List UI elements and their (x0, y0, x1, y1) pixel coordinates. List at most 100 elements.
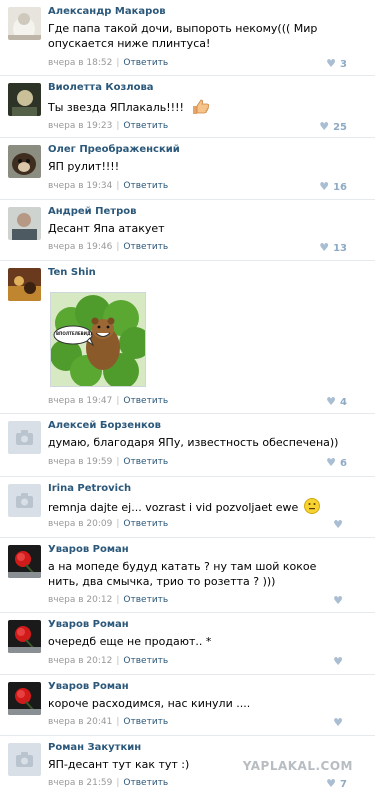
comment: Уваров Роман короче расходимся, нас кину… (0, 675, 375, 736)
like-count: 7 (340, 779, 347, 790)
comment-time[interactable]: вчера в 19:23 (48, 121, 112, 131)
comment-meta: вчера в 19:46 | Ответить (48, 242, 168, 252)
comment: Уваров Роман а на мопеде будуд катать ? … (0, 538, 375, 613)
reply-link[interactable]: Ответить (123, 181, 168, 191)
comment-meta: вчера в 21:59 | Ответить (48, 778, 168, 788)
like-count: 16 (333, 182, 347, 193)
avatar[interactable] (8, 682, 41, 715)
heart-icon: ♥ (333, 716, 343, 729)
comment-meta: вчера в 20:12 | Ответить (48, 595, 168, 605)
comment: Уваров Роман очередб еще не продают.. * … (0, 613, 375, 675)
avatar[interactable] (8, 207, 41, 240)
comment: Олег Преображенский ЯП рулит!!!! вчера в… (0, 138, 375, 200)
avatar[interactable] (8, 268, 41, 301)
like-button[interactable]: ♥ 6 (326, 456, 347, 469)
comment-author[interactable]: Алексей Борзенков (48, 420, 161, 431)
heart-icon: ♥ (319, 241, 330, 254)
like-button[interactable]: ♥ (333, 655, 347, 668)
separator: | (116, 181, 120, 191)
avatar[interactable] (8, 83, 41, 116)
separator: | (116, 242, 120, 252)
heart-icon: ♥ (333, 594, 343, 607)
comment-meta: вчера в 20:12 | Ответить (48, 656, 168, 666)
comment-author[interactable]: Андрей Петров (48, 206, 136, 217)
reply-link[interactable]: Ответить (123, 457, 168, 467)
comment-author[interactable]: Олег Преображенский (48, 144, 180, 155)
reply-link[interactable]: Ответить (123, 396, 168, 406)
like-button[interactable]: ♥ 13 (319, 241, 347, 254)
avatar[interactable] (8, 421, 41, 454)
thumbs-up-icon (191, 98, 210, 119)
comment-author[interactable]: Виолетта Козлова (48, 82, 154, 93)
like-button[interactable]: ♥ 3 (326, 57, 347, 70)
heart-icon: ♥ (326, 395, 337, 408)
comment-time[interactable]: вчера в 19:46 (48, 242, 112, 252)
reply-link[interactable]: Ответить (123, 58, 168, 68)
like-button[interactable]: ♥ 7 (326, 777, 347, 790)
like-count: 25 (333, 122, 347, 133)
heart-icon: ♥ (319, 180, 330, 193)
comment: Андрей Петров Десант Япа атакует вчера в… (0, 200, 375, 261)
comment-text: remnja dajte ej... vozrast i vid pozvolj… (48, 498, 348, 515)
separator: | (116, 717, 120, 727)
comment-author[interactable]: Уваров Роман (48, 619, 129, 630)
comment: Алексей Борзенков думаю, благодаря ЯПу, … (0, 414, 375, 477)
reply-link[interactable]: Ответить (123, 242, 168, 252)
reply-link[interactable]: Ответить (123, 121, 168, 131)
reply-link[interactable]: Ответить (123, 519, 168, 529)
comment-time[interactable]: вчера в 20:12 (48, 656, 112, 666)
separator: | (116, 457, 120, 467)
reply-link[interactable]: Ответить (123, 717, 168, 727)
attached-image[interactable]: ВПОЛТЕЛЕВИДЕЕ (50, 292, 151, 389)
like-button[interactable]: ♥ 4 (326, 395, 347, 408)
avatar[interactable] (8, 545, 41, 578)
separator: | (116, 656, 120, 666)
comment-meta: вчера в 19:34 | Ответить (48, 181, 168, 191)
comment-author[interactable]: Уваров Роман (48, 681, 129, 692)
like-button[interactable]: ♥ (333, 716, 347, 729)
comment-time[interactable]: вчера в 19:34 (48, 181, 112, 191)
like-button[interactable]: ♥ (333, 518, 347, 531)
avatar[interactable] (8, 7, 41, 40)
avatar[interactable] (8, 484, 41, 517)
comment-meta: вчера в 20:41 | Ответить (48, 717, 168, 727)
comment-text-content: Ты звезда ЯПлакаль!!!! (48, 101, 184, 114)
like-button[interactable]: ♥ 25 (319, 120, 347, 133)
heart-icon: ♥ (319, 120, 330, 133)
comment-time[interactable]: вчера в 20:41 (48, 717, 112, 727)
comment-meta: вчера в 18:52 | Ответить (48, 58, 168, 68)
separator: | (116, 121, 120, 131)
like-button[interactable]: ♥ 16 (319, 180, 347, 193)
comment-time[interactable]: вчера в 19:47 (48, 396, 112, 406)
comment-author[interactable]: Роман Закуткин (48, 742, 141, 753)
comment: Виолетта Козлова Ты звезда ЯПлакаль!!!! … (0, 76, 375, 138)
heart-icon: ♥ (333, 518, 343, 531)
heart-icon: ♥ (326, 777, 337, 790)
comment-author[interactable]: Александр Макаров (48, 6, 166, 17)
heart-icon: ♥ (326, 456, 337, 469)
comment-author[interactable]: Irina Petrovich (48, 483, 131, 494)
comment-time[interactable]: вчера в 18:52 (48, 58, 112, 68)
comment: Irina Petrovich remnja dajte ej... vozra… (0, 477, 375, 538)
watermark: YAPLAKAL.COM (242, 759, 353, 773)
comment-text: а на мопеде будуд катать ? ну там шой ко… (48, 560, 317, 588)
comment-text: Ты звезда ЯПлакаль!!!! (48, 98, 348, 119)
reply-link[interactable]: Ответить (123, 595, 168, 605)
comment-time[interactable]: вчера в 20:12 (48, 595, 112, 605)
comment-author[interactable]: Уваров Роман (48, 544, 129, 555)
comment-time[interactable]: вчера в 21:59 (48, 778, 112, 788)
avatar[interactable] (8, 145, 41, 178)
comment-meta: вчера в 19:23 | Ответить (48, 121, 168, 131)
reply-link[interactable]: Ответить (123, 778, 168, 788)
speech-bubble-text: ВПОЛТЕЛЕВИДЕЕ (56, 331, 92, 336)
comment-time[interactable]: вчера в 19:59 (48, 457, 112, 467)
avatar[interactable] (8, 620, 41, 653)
reply-link[interactable]: Ответить (123, 656, 168, 666)
comment-author[interactable]: Ten Shin (48, 267, 96, 278)
comment-meta: вчера в 19:59 | Ответить (48, 457, 168, 467)
heart-icon: ♥ (326, 57, 337, 70)
comment-time[interactable]: вчера в 20:09 (48, 519, 112, 529)
like-button[interactable]: ♥ (333, 594, 347, 607)
comment-text: короче расходимся, нас кинули .... (48, 697, 251, 710)
avatar[interactable] (8, 743, 41, 776)
